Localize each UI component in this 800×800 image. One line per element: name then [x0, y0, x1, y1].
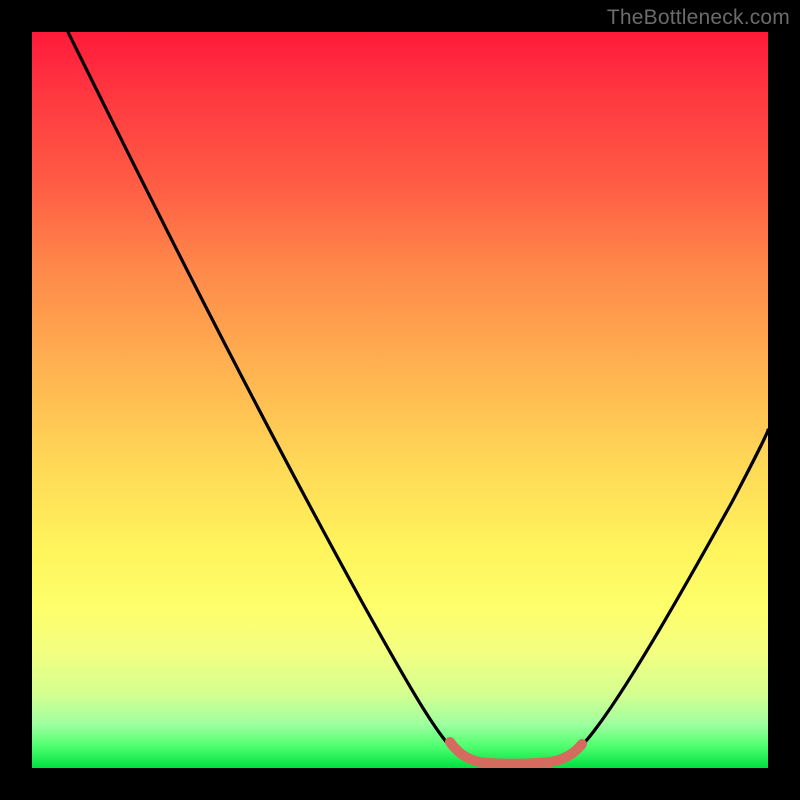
watermark-text: TheBottleneck.com: [607, 6, 790, 30]
chart-container: TheBottleneck.com: [0, 0, 800, 800]
chart-curves: [32, 32, 768, 768]
plot-area: [32, 32, 768, 768]
black-curve: [68, 32, 768, 764]
red-segment: [450, 742, 582, 764]
